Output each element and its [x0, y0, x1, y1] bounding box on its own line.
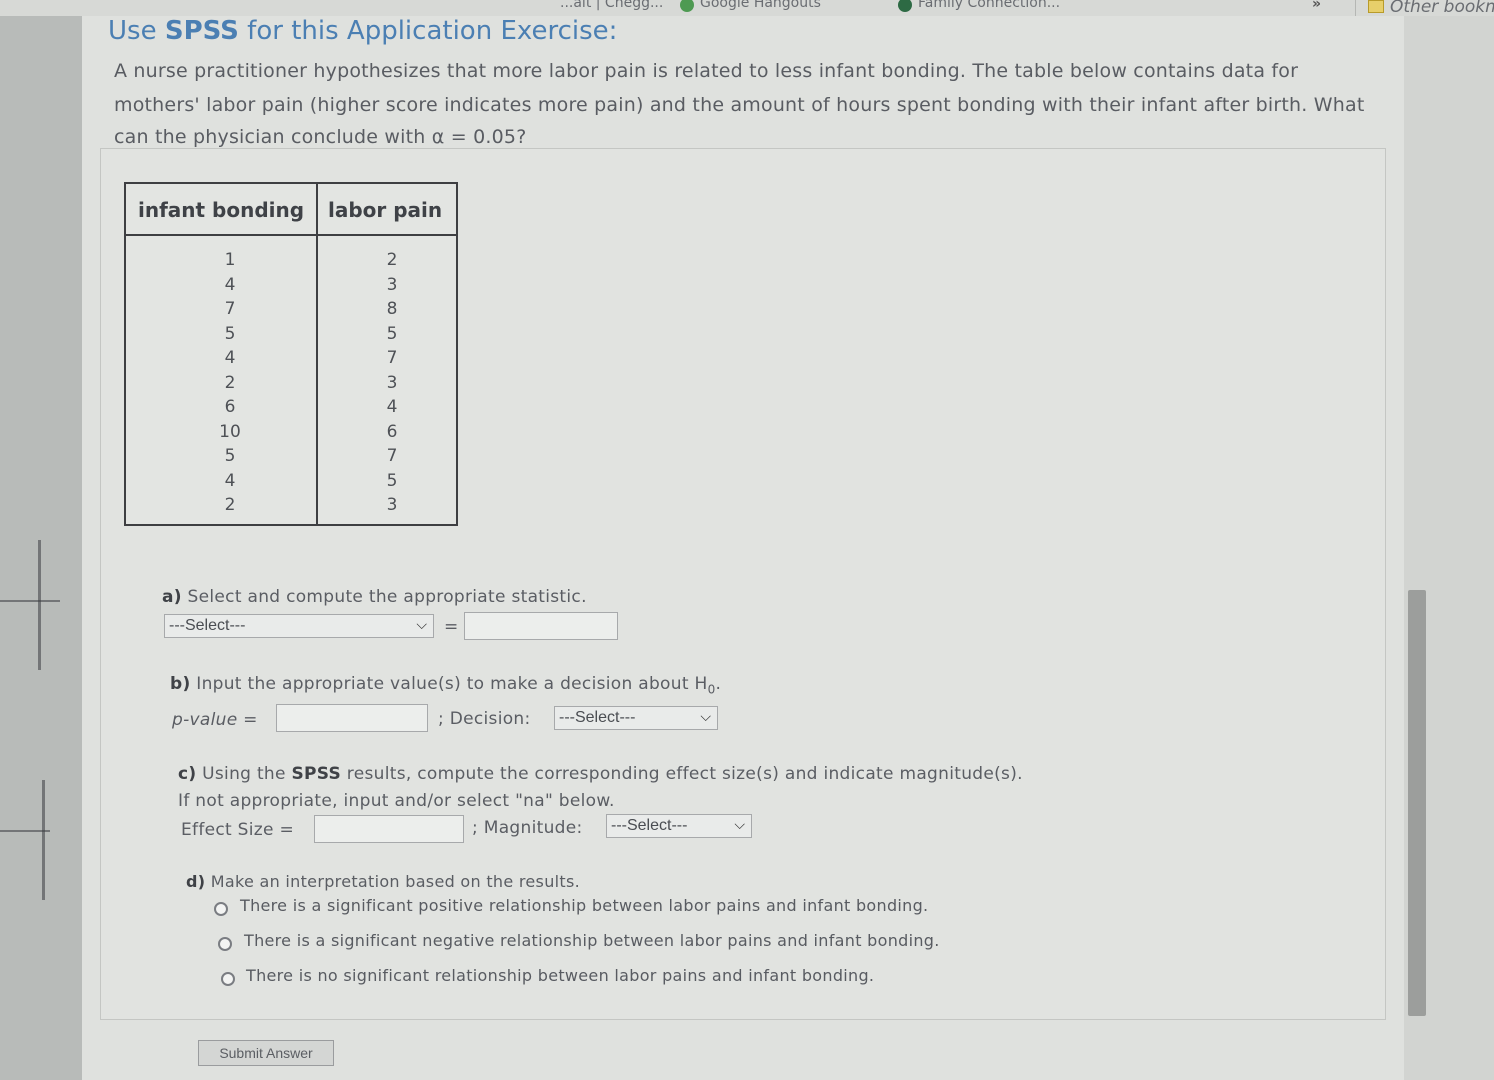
table-cell: 8 — [386, 299, 398, 319]
question-line-2: mothers' labor pain (higher score indica… — [114, 94, 1365, 116]
statistic-select[interactable]: ---Select--- ⌵ — [164, 614, 434, 638]
option-positive[interactable]: There is a significant positive relation… — [240, 896, 928, 915]
table-cell: 3 — [386, 274, 398, 295]
option-negative[interactable]: There is a significant negative relation… — [244, 931, 940, 950]
question-line-3: can the physician conclude with α = 0.05… — [114, 126, 527, 148]
scrollbar-thumb[interactable] — [1408, 590, 1426, 1016]
bookmarks-bar: ...alt | Chegg... Google Hangouts Family… — [0, 0, 1494, 16]
hangouts-icon — [680, 0, 694, 12]
table-cell: 5 — [224, 323, 236, 344]
left-background — [0, 16, 82, 1080]
table-cell: 5 — [224, 446, 236, 466]
bookmarks-overflow-icon[interactable]: » — [1312, 0, 1321, 12]
p-value-label: p-value = — [172, 710, 258, 730]
family-connection-icon — [898, 0, 912, 12]
radio-no-relationship[interactable] — [221, 972, 235, 986]
question-line-1: A nurse practitioner hypothesizes that m… — [114, 60, 1299, 82]
column-header-infant-bonding: infant bonding — [138, 198, 305, 222]
chevron-down-icon: ⌵ — [734, 816, 745, 832]
part-b-prompt: b) Input the appropriate value(s) to mak… — [170, 674, 722, 697]
part-c-prompt: c) Using the SPSS results, compute the c… — [178, 764, 1023, 784]
submit-answer-button[interactable]: Submit Answer — [198, 1040, 334, 1066]
bookmarks-divider — [1355, 0, 1356, 16]
table-cell: 2 — [224, 495, 236, 515]
equals-sign: = — [444, 617, 459, 637]
radio-negative[interactable] — [218, 937, 232, 951]
table-cell: 5 — [386, 470, 398, 491]
magnitude-label: ; Magnitude: — [472, 818, 583, 838]
other-bookmarks[interactable]: Other bookm — [1390, 0, 1494, 16]
table-cell: 10 — [219, 421, 241, 442]
table-cell: 7 — [224, 299, 236, 319]
table-cell: 4 — [224, 348, 236, 368]
magnitude-select[interactable]: ---Select--- ⌵ — [606, 814, 752, 838]
part-c-note: If not appropriate, input and/or select … — [178, 791, 615, 811]
table-cell: 5 — [386, 323, 398, 344]
option-no-relationship[interactable]: There is no significant relationship bet… — [246, 966, 874, 985]
table-cell: 3 — [386, 372, 398, 393]
background-line — [0, 600, 60, 602]
table-cell: 4 — [386, 397, 398, 417]
effect-size-label: Effect Size = — [181, 820, 295, 840]
table-cell: 7 — [386, 348, 398, 368]
table-cell: 1 — [224, 250, 236, 270]
bookmark-hangouts[interactable]: Google Hangouts — [700, 0, 821, 11]
statistic-value-input[interactable] — [464, 612, 618, 640]
radio-positive[interactable] — [214, 902, 228, 916]
table-cell: 4 — [224, 274, 236, 295]
chevron-down-icon: ⌵ — [416, 616, 427, 632]
part-a-prompt: a) Select and compute the appropriate st… — [162, 587, 587, 607]
table-cell: 6 — [386, 421, 398, 442]
decision-label: ; Decision: — [438, 709, 531, 729]
decision-select[interactable]: ---Select--- ⌵ — [554, 706, 718, 730]
exercise-title: Use SPSS for this Application Exercise: — [108, 16, 618, 46]
part-d-prompt: d) Make an interpretation based on the r… — [186, 872, 580, 891]
effect-size-input[interactable] — [314, 815, 464, 843]
table-cell: 2 — [224, 372, 236, 393]
background-line — [42, 780, 45, 900]
table-cell: 7 — [386, 446, 398, 466]
folder-icon — [1368, 0, 1384, 13]
bookmark-family-connection[interactable]: Family Connection... — [918, 0, 1060, 11]
table-cell: 6 — [224, 397, 236, 417]
table-cell: 2 — [386, 250, 398, 270]
p-value-input[interactable] — [276, 704, 428, 732]
table-cell: 3 — [386, 495, 398, 515]
table-cell: 4 — [224, 470, 236, 491]
table-column-divider — [316, 184, 318, 524]
column-header-labor-pain: labor pain — [328, 198, 443, 222]
data-table: infant bonding labor pain 1 4 7 5 4 2 6 10 5 4 2 2 3… — [124, 182, 458, 526]
background-line — [38, 540, 41, 670]
bookmark-chegg[interactable]: ...alt | Chegg... — [560, 0, 663, 11]
chevron-down-icon: ⌵ — [700, 708, 711, 724]
